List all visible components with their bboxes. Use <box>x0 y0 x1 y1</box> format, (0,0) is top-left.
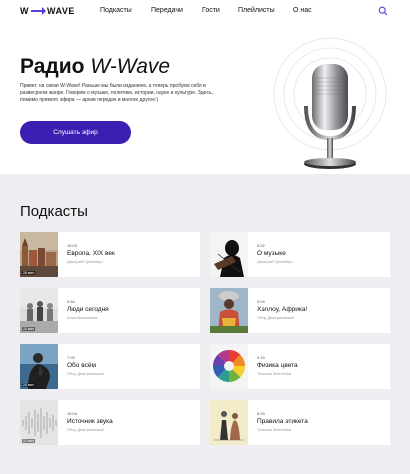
podcast-title[interactable]: Обо всём <box>67 362 96 369</box>
podcast-card[interactable]: 6.03 Правила этикета Татьяна Флетнева <box>210 400 390 445</box>
hero: Радио W-Wave Привет, на связи W-Wave! Ра… <box>0 24 410 174</box>
logo-left: W <box>20 6 29 16</box>
hero-description: Привет, на связи W-Wave! Раньше мы были … <box>20 83 213 103</box>
duration-badge: 21 мин <box>22 439 36 443</box>
podcast-card[interactable]: 9.04 Хэллоу, Африка! Пётр Дмитриевский <box>210 288 390 333</box>
podcast-thumbnail <box>210 288 248 333</box>
duration-badge: 26 мин <box>22 271 36 275</box>
podcast-title[interactable]: Хэллоу, Африка! <box>257 306 307 313</box>
podcast-card[interactable]: 26 мин 15.03 Европа. XIX век Дмитрий Гуп… <box>20 232 200 277</box>
podcast-card[interactable]: 24 мин 7.03 Обо всём Пётр Дмитриевский <box>20 344 200 389</box>
logo[interactable]: W WAVE <box>20 6 75 16</box>
podcast-date: 15.03 <box>67 243 78 248</box>
podcast-card[interactable]: 9.15 Физика цвета Татьяна Флетнева <box>210 344 390 389</box>
podcast-thumbnail <box>210 400 248 445</box>
podcast-date: 16.04 <box>67 411 78 416</box>
header: W WAVE Подкасты Передачи Гости Плейлисты… <box>0 0 410 24</box>
listen-live-button[interactable]: Слушать эфир <box>20 121 131 144</box>
podcast-thumbnail: 24 мин <box>20 344 58 389</box>
podcast-date: 9.15 <box>257 355 265 360</box>
podcast-date: 7.03 <box>67 355 75 360</box>
podcast-card[interactable]: 24 мин 0.54 Люди сегодня Анна Васильева <box>20 288 200 333</box>
duration-badge: 24 мин <box>22 327 36 331</box>
podcasts-section: Подкасты 26 мин 15.03 Европа. XIX век Дм… <box>0 174 410 474</box>
podcast-author: Пётр Дмитриевский <box>67 371 104 376</box>
podcast-card[interactable]: 21 мин 16.04 Источник звука Пётр Дмитрие… <box>20 400 200 445</box>
podcast-title[interactable]: Люди сегодня <box>67 306 109 313</box>
podcast-title[interactable]: Физика цвета <box>257 362 298 369</box>
podcast-author: Дмитрий Гупанберг <box>67 259 103 264</box>
podcast-card[interactable]: 5.02 О музыке Дмитрий Гупанберг <box>210 232 390 277</box>
search-icon[interactable] <box>378 6 388 16</box>
nav-guests[interactable]: Гости <box>202 7 220 14</box>
nav-podcasts[interactable]: Подкасты <box>100 7 132 14</box>
podcast-date: 5.02 <box>257 243 265 248</box>
podcast-thumbnail <box>210 344 248 389</box>
page-title: Радио W-Wave <box>20 55 171 78</box>
nav-shows[interactable]: Передачи <box>151 7 183 14</box>
logo-right: WAVE <box>47 6 75 16</box>
duration-badge: 24 мин <box>22 383 36 387</box>
podcast-date: 0.54 <box>67 299 75 304</box>
podcast-date: 6.03 <box>257 411 265 416</box>
podcast-author: Анна Васильева <box>67 315 98 320</box>
podcast-title[interactable]: Европа. XIX век <box>67 250 115 257</box>
nav-about[interactable]: О нас <box>293 7 312 14</box>
podcast-thumbnail: 24 мин <box>20 288 58 333</box>
podcast-thumbnail <box>210 232 248 277</box>
podcast-title[interactable]: Источник звука <box>67 418 113 425</box>
podcast-author: Пётр Дмитриевский <box>67 427 104 432</box>
podcast-thumbnail: 21 мин <box>20 400 58 445</box>
podcast-title[interactable]: Правила этикета <box>257 418 308 425</box>
podcast-date: 9.04 <box>257 299 265 304</box>
podcast-author: Татьяна Флетнева <box>257 427 291 432</box>
podcast-title[interactable]: О музыке <box>257 250 286 257</box>
podcast-thumbnail: 26 мин <box>20 232 58 277</box>
podcasts-heading: Подкасты <box>20 203 88 220</box>
podcast-author: Татьяна Флетнева <box>257 371 291 376</box>
podcast-author: Дмитрий Гупанберг <box>257 259 293 264</box>
nav-playlists[interactable]: Плейлисты <box>238 7 275 14</box>
logo-arrow-icon <box>31 7 46 15</box>
microphone-illustration <box>273 37 387 169</box>
podcast-author: Пётр Дмитриевский <box>257 315 294 320</box>
